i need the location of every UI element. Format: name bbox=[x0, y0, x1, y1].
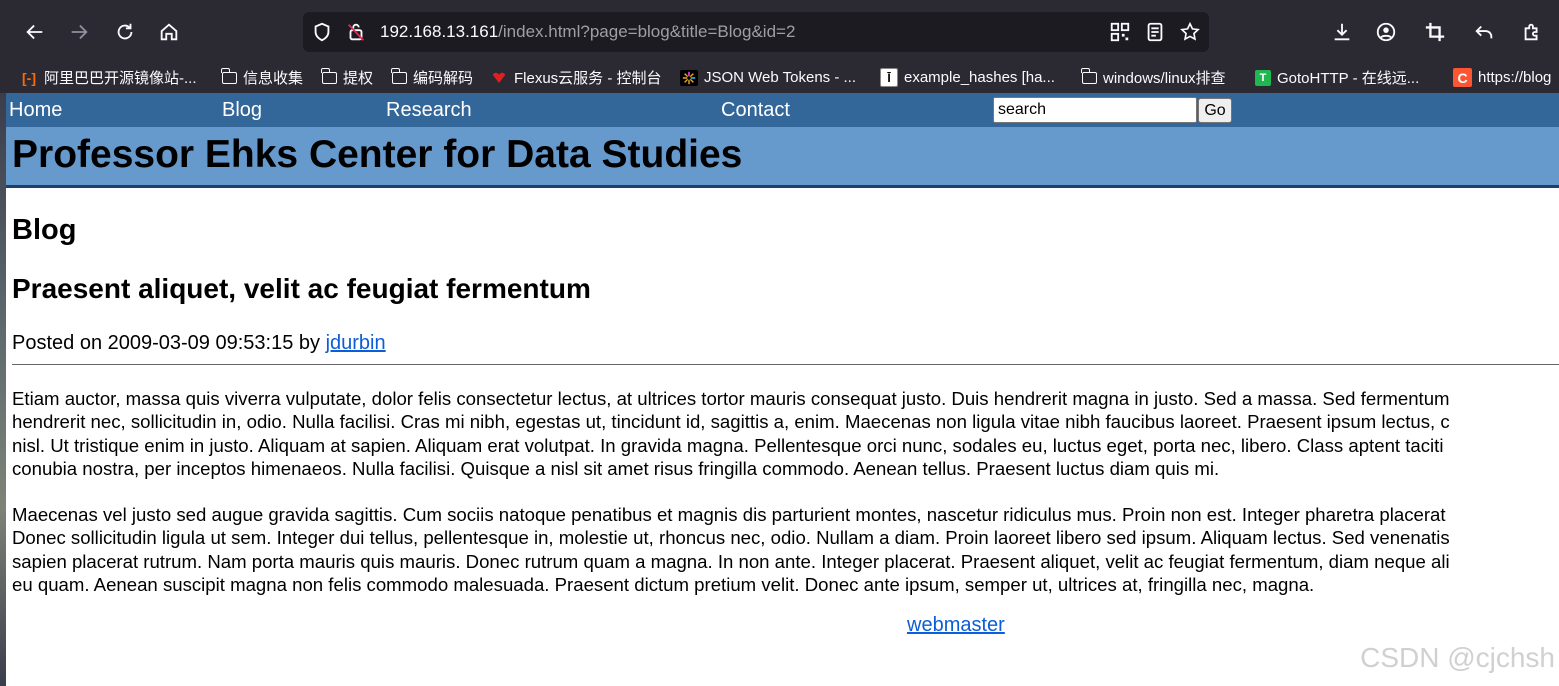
url-host: 192.168.13.161 bbox=[380, 22, 499, 41]
reader-view-icon[interactable] bbox=[1140, 17, 1170, 47]
home-icon[interactable] bbox=[154, 17, 184, 47]
go-button[interactable]: Go bbox=[1198, 98, 1232, 123]
author-link[interactable]: jdurbin bbox=[326, 332, 386, 354]
bookmark-label: 阿里巴巴开源镜像站-... bbox=[44, 70, 197, 87]
paragraph-line: Maecenas vel justo sed augue gravida sag… bbox=[12, 504, 1446, 525]
bookmark-hashcat[interactable]: Ī example_hashes [ha... bbox=[880, 62, 1055, 93]
csdn-watermark: CSDN @cjchsh bbox=[1360, 642, 1555, 673]
bookmark-folder-privesc[interactable]: 提权 bbox=[321, 62, 374, 93]
folder-icon bbox=[391, 67, 407, 84]
site-nav: Home Blog Research Contact Go bbox=[6, 93, 1559, 127]
bookmark-label: Flexus云服务 - 控制台 bbox=[514, 70, 662, 87]
search-input[interactable] bbox=[993, 97, 1197, 123]
undo-icon[interactable] bbox=[1469, 17, 1499, 47]
bookmark-label: https://blog bbox=[1478, 69, 1552, 86]
paragraph-line: Donec sollicitudin ligula ut sem. Intege… bbox=[12, 527, 1450, 549]
bookmark-star-icon[interactable] bbox=[1175, 17, 1205, 47]
shield-icon[interactable] bbox=[307, 17, 337, 47]
nav-contact-link[interactable]: Contact bbox=[721, 93, 790, 127]
bookmark-gotohttp[interactable]: T GotoHTTP - 在线远... bbox=[1255, 62, 1419, 93]
gotohttp-icon: T bbox=[1255, 69, 1271, 86]
insecure-lock-icon[interactable] bbox=[341, 17, 371, 47]
csdn-icon: C bbox=[1453, 68, 1472, 87]
folder-icon bbox=[221, 67, 237, 84]
folder-icon bbox=[321, 67, 337, 84]
bookmark-folder-encoding[interactable]: 编码解码 bbox=[391, 62, 474, 93]
bookmark-folder-windows-linux[interactable]: windows/linux排查 bbox=[1081, 62, 1226, 93]
bookmark-label: 信息收集 bbox=[243, 70, 304, 87]
folder-icon bbox=[1081, 67, 1097, 84]
reload-icon[interactable] bbox=[110, 17, 140, 47]
post-paragraph-2: Maecenas vel justo sed augue gravida sag… bbox=[12, 503, 1559, 596]
back-arrow-icon[interactable] bbox=[20, 17, 50, 47]
bookmark-csdn-blog[interactable]: C https://blog bbox=[1453, 62, 1551, 93]
bookmark-label: GotoHTTP - 在线远... bbox=[1277, 70, 1420, 87]
browser-toolbar: 192.168.13.161/index.html?page=blog&titl… bbox=[0, 0, 1559, 62]
huawei-icon bbox=[490, 70, 508, 86]
screenshot-crop-icon[interactable] bbox=[1420, 17, 1450, 47]
site-header: Professor Ehks Center for Data Studies bbox=[6, 127, 1559, 188]
bookmark-label: 编码解码 bbox=[413, 70, 474, 87]
bookmarks-bar: [-] 阿里巴巴开源镜像站-... 信息收集 提权 编码解码 Flexus云服务… bbox=[0, 62, 1559, 93]
download-icon[interactable] bbox=[1327, 17, 1357, 47]
web-page: Home Blog Research Contact Go Professor … bbox=[0, 93, 1559, 686]
posted-on-text: Posted on 2009-03-09 09:53:15 by bbox=[12, 332, 326, 354]
nav-home-link[interactable]: Home bbox=[9, 93, 62, 127]
paragraph-line: sapien placerat rutrum. Nam porta mauris… bbox=[12, 550, 1450, 572]
paragraph-line: nisl. Ut tristique enim in justo. Aliqua… bbox=[12, 434, 1444, 456]
jwt-icon bbox=[680, 69, 698, 86]
paragraph-line: conubia nostra, per inceptos himenaeos. … bbox=[12, 457, 1220, 479]
bookmark-flexus[interactable]: Flexus云服务 - 控制台 bbox=[490, 62, 662, 93]
bookmark-jwt[interactable]: JSON Web Tokens - ... bbox=[680, 62, 856, 93]
post-title: Praesent aliquet, velit ac feugiat ferme… bbox=[12, 273, 591, 304]
bookmark-label: JSON Web Tokens - ... bbox=[704, 69, 856, 86]
post-paragraph-1: Etiam auctor, massa quis viverra vulputa… bbox=[12, 387, 1559, 480]
url-text[interactable]: 192.168.13.161/index.html?page=blog&titl… bbox=[380, 12, 795, 52]
nav-blog-link[interactable]: Blog bbox=[222, 93, 262, 127]
bookmark-label: example_hashes [ha... bbox=[904, 69, 1055, 86]
site-title: Professor Ehks Center for Data Studies bbox=[12, 133, 743, 176]
divider bbox=[12, 364, 1559, 365]
section-title: Blog bbox=[12, 214, 77, 246]
account-icon[interactable] bbox=[1371, 17, 1401, 47]
paragraph-line: Etiam auctor, massa quis viverra vulputa… bbox=[12, 388, 1450, 409]
bookmark-label: 提权 bbox=[343, 70, 374, 87]
paragraph-line: eu quam. Aenean suscipit magna non felis… bbox=[12, 573, 1315, 595]
address-bar[interactable]: 192.168.13.161/index.html?page=blog&titl… bbox=[303, 12, 1209, 52]
bookmark-label: windows/linux排查 bbox=[1103, 70, 1226, 87]
bookmark-folder-info[interactable]: 信息收集 bbox=[221, 62, 304, 93]
alibaba-icon: [-] bbox=[22, 69, 36, 86]
webmaster-link[interactable]: webmaster bbox=[907, 614, 1005, 637]
nav-research-link[interactable]: Research bbox=[386, 93, 472, 127]
bookmark-alibaba[interactable]: [-] 阿里巴巴开源镜像站-... bbox=[20, 62, 197, 93]
post-meta: Posted on 2009-03-09 09:53:15 by jdurbin bbox=[12, 332, 386, 355]
forward-arrow-icon[interactable] bbox=[64, 17, 94, 47]
paragraph-line: hendrerit nec, sollicitudin in, odio. Nu… bbox=[12, 411, 1450, 433]
url-path: /index.html?page=blog&title=Blog&id=2 bbox=[498, 22, 796, 41]
qr-code-icon[interactable] bbox=[1105, 17, 1135, 47]
extensions-icon[interactable] bbox=[1517, 17, 1547, 47]
hashcat-icon: Ī bbox=[880, 68, 898, 87]
